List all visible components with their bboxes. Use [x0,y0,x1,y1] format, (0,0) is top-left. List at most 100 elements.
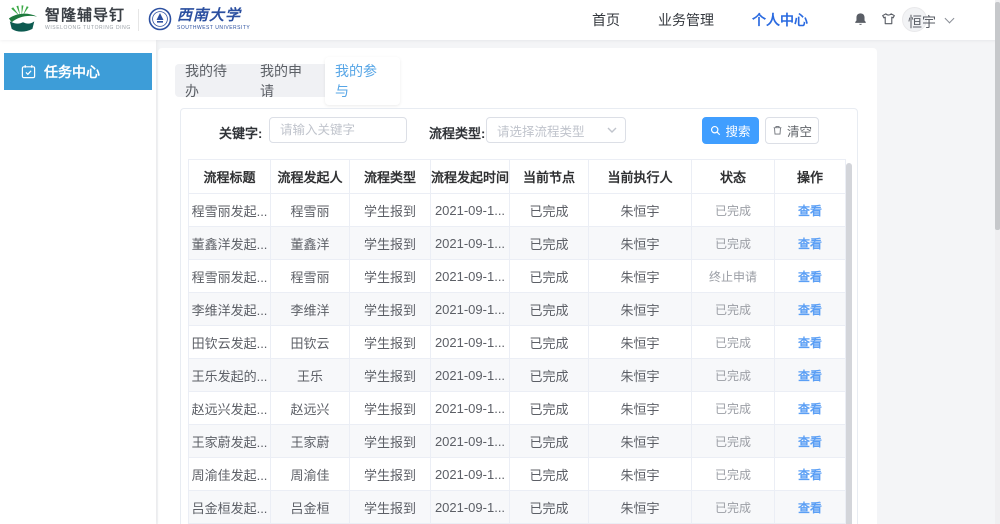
page-scrollbar-thumb[interactable] [995,2,1000,230]
cell-executor: 朱恒宇 [589,425,692,458]
tab-label: 我的申请 [250,57,325,105]
view-link[interactable]: 查看 [798,237,822,251]
app-screen: 智隆辅导钉 WISELOONG TUTORING DING 西南大学 SOUTH… [0,0,1000,524]
cell-time: 2021-09-1... [431,293,510,326]
cell-status: 已完成 [692,293,775,326]
cell-status: 已完成 [692,458,775,491]
view-link[interactable]: 查看 [798,402,822,416]
cell-title: 田钦云发起... [189,326,271,359]
clear-button[interactable]: 清空 [765,117,819,144]
username[interactable]: 恒宇 [908,12,936,32]
table-row: 赵远兴发起...赵远兴学生报到2021-09-1...已完成朱恒宇已完成查看 [189,392,846,425]
view-link[interactable]: 查看 [798,303,822,317]
column-header: 流程标题 [189,160,271,194]
cell-status: 已完成 [692,326,775,359]
cell-title: 赵远兴发起... [189,392,271,425]
search-button[interactable]: 搜索 [702,117,759,144]
cell-initiator: 王家蔚 [271,425,350,458]
chevron-down-icon[interactable] [945,14,955,24]
cell-time: 2021-09-1... [431,392,510,425]
tab-2[interactable]: 我的参与 [325,64,400,97]
nav-item-1[interactable]: 业务管理 [658,10,714,30]
cell-action: 查看 [775,260,846,293]
sidebar-item-task-center[interactable]: 任务中心 [4,53,152,90]
view-link[interactable]: 查看 [798,270,822,284]
cell-node: 已完成 [510,260,589,293]
cell-action: 查看 [775,293,846,326]
table-row: 李维洋发起...李维洋学生报到2021-09-1...已完成朱恒宇已完成查看 [189,293,846,326]
process-type-select[interactable]: 请选择流程类型 [486,117,626,143]
calendar-check-icon [21,64,36,79]
table-row: 田钦云发起...田钦云学生报到2021-09-1...已完成朱恒宇已完成查看 [189,326,846,359]
nav-item-0[interactable]: 首页 [592,10,620,30]
top-header: 智隆辅导钉 WISELOONG TUTORING DING 西南大学 SOUTH… [0,0,1000,40]
university-subtitle: SOUTHWEST UNIVERSITY [177,25,250,31]
cell-status: 已完成 [692,491,775,524]
cell-type: 学生报到 [350,392,431,425]
view-link[interactable]: 查看 [798,468,822,482]
cell-title: 王乐发起的... [189,359,271,392]
cell-initiator: 李维洋 [271,293,350,326]
main-nav: 首页 业务管理 个人中心 [592,0,808,40]
cell-title: 董鑫洋发起... [189,227,271,260]
cell-time: 2021-09-1... [431,458,510,491]
cell-action: 查看 [775,227,846,260]
cell-status: 已完成 [692,227,775,260]
table-row: 王乐发起的...王乐学生报到2021-09-1...已完成朱恒宇已完成查看 [189,359,846,392]
view-link[interactable]: 查看 [798,204,822,218]
view-link[interactable]: 查看 [798,336,822,350]
table-row: 吕金桓发起...吕金桓学生报到2021-09-1...已完成朱恒宇已完成查看 [189,491,846,524]
tab-0[interactable]: 我的待办 [175,64,250,97]
cell-title: 周渝佳发起... [189,458,271,491]
search-icon [710,125,721,136]
tab-1[interactable]: 我的申请 [250,64,325,97]
university-logo: 西南大学 SOUTHWEST UNIVERSITY [148,7,250,31]
cell-type: 学生报到 [350,260,431,293]
column-header: 流程发起人 [271,160,350,194]
view-link[interactable]: 查看 [798,501,822,515]
cell-action: 查看 [775,392,846,425]
cell-type: 学生报到 [350,293,431,326]
process-table: 流程标题流程发起人流程类型流程发起时间当前节点当前执行人状态操作 程雪丽发起..… [188,159,846,524]
cell-executor: 朱恒宇 [589,392,692,425]
process-type-label: 流程类型: [429,123,485,142]
table-scrollbar[interactable] [846,163,852,524]
page-scrollbar[interactable] [995,0,1000,524]
cell-action: 查看 [775,359,846,392]
keyword-input[interactable] [269,117,407,143]
brand-logo: 智隆辅导钉 WISELOONG TUTORING DING [7,5,131,32]
cell-initiator: 周渝佳 [271,458,350,491]
brand-logo-icon [7,5,39,32]
cell-type: 学生报到 [350,458,431,491]
cell-time: 2021-09-1... [431,260,510,293]
cell-type: 学生报到 [350,425,431,458]
cell-node: 已完成 [510,392,589,425]
cell-node: 已完成 [510,359,589,392]
bell-icon[interactable] [853,12,868,27]
cell-title: 王家蔚发起... [189,425,271,458]
cell-executor: 朱恒宇 [589,458,692,491]
cell-action: 查看 [775,458,846,491]
cell-status: 已完成 [692,392,775,425]
shirt-icon[interactable] [881,12,896,27]
brand-title: 智隆辅导钉 [45,7,131,24]
cell-status: 终止申请 [692,260,775,293]
view-link[interactable]: 查看 [798,369,822,383]
nav-item-2[interactable]: 个人中心 [752,10,808,30]
column-header: 流程类型 [350,160,431,194]
table-row: 周渝佳发起...周渝佳学生报到2021-09-1...已完成朱恒宇已完成查看 [189,458,846,491]
cell-time: 2021-09-1... [431,425,510,458]
cell-executor: 朱恒宇 [589,293,692,326]
logo-divider [138,9,139,31]
cell-type: 学生报到 [350,326,431,359]
view-link[interactable]: 查看 [798,435,822,449]
sidebar-item-label: 任务中心 [44,62,100,82]
cell-time: 2021-09-1... [431,194,510,227]
cell-time: 2021-09-1... [431,227,510,260]
table-row: 王家蔚发起...王家蔚学生报到2021-09-1...已完成朱恒宇已完成查看 [189,425,846,458]
cell-initiator: 田钦云 [271,326,350,359]
cell-title: 李维洋发起... [189,293,271,326]
cell-initiator: 程雪丽 [271,194,350,227]
cell-status: 已完成 [692,359,775,392]
sidebar: 任务中心 [0,40,156,524]
